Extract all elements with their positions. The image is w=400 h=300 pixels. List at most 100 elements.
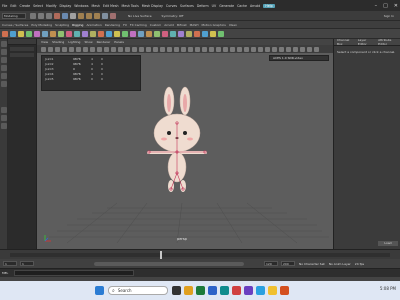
menu-arnold[interactable]: Arnold (250, 4, 260, 8)
menu-generate[interactable]: Generate (219, 4, 234, 8)
start-frame-field[interactable]: 1 (3, 261, 17, 266)
shelf-tab-motion-graphics[interactable]: Motion Graphics (201, 23, 225, 27)
viewport-tool-icon[interactable] (251, 46, 256, 52)
tab-channel-box[interactable]: Channel Box (337, 38, 355, 46)
maya-taskbar-icon[interactable] (220, 286, 229, 295)
menu-edit[interactable]: Edit (10, 4, 16, 8)
move-tool-icon[interactable] (1, 65, 7, 71)
minimize-button[interactable]: – (375, 3, 378, 9)
menu-uv[interactable]: UV (212, 4, 217, 8)
no-live-surface-label[interactable]: No Live Surface (128, 14, 152, 18)
shelf-tool-icon[interactable] (26, 30, 32, 37)
viewport-tool-icon[interactable] (195, 46, 200, 52)
viewport-panel[interactable]: View Shading Lighting Show Renderer Panels (37, 39, 333, 249)
viewport-tool-icon[interactable] (167, 46, 172, 52)
shelf-tool-icon[interactable] (98, 30, 104, 37)
viewport-tool-icon[interactable] (76, 46, 81, 52)
rotate-tool-icon[interactable] (1, 73, 7, 79)
sign-in-label[interactable]: Sign In (384, 14, 394, 18)
shelf-tab-animation[interactable]: Animation (86, 23, 101, 27)
symmetry-label[interactable]: Symmetry: Off (162, 14, 184, 18)
shelf-tab-rigging[interactable]: Rigging (72, 23, 83, 27)
shelf-tool-icon[interactable] (194, 30, 200, 37)
end-frame-field[interactable]: 200 (281, 261, 295, 266)
tab-attribute-editor[interactable]: Attribute Editor (378, 38, 400, 46)
viewport-tool-icon[interactable] (97, 46, 102, 52)
viewport-tool-icon[interactable] (132, 46, 137, 52)
shelf-tab-sculpting[interactable]: Sculpting (55, 23, 69, 27)
viewport-tool-icon[interactable] (69, 46, 74, 52)
viewport-tool-icon[interactable] (258, 46, 263, 52)
viewport-tool-icon[interactable] (90, 46, 95, 52)
viewport-tool-icon[interactable] (300, 46, 305, 52)
viewport-tool-icon[interactable] (146, 46, 151, 52)
fps-label[interactable]: 24 fps (355, 262, 364, 266)
app-icon-4[interactable] (256, 286, 265, 295)
outliner-item[interactable] (10, 53, 34, 57)
viewport-tool-icon[interactable] (62, 46, 67, 52)
shelf-tool-icon[interactable] (130, 30, 136, 37)
viewport-tool-icon[interactable] (209, 46, 214, 52)
layout-single-icon[interactable] (1, 107, 7, 113)
shelf-tool-icon[interactable] (58, 30, 64, 37)
viewport-menu-renderer[interactable]: Renderer (97, 40, 111, 44)
viewport-tool-icon[interactable] (202, 46, 207, 52)
viewport-tool-icon[interactable] (307, 46, 312, 52)
anim-layer-label[interactable]: No Anim Layer (329, 262, 351, 266)
shelf-tool-icon[interactable] (186, 30, 192, 37)
lasso-tool-icon[interactable] (1, 49, 7, 55)
menu-edit-mesh[interactable]: Edit Mesh (103, 4, 119, 8)
new-scene-icon[interactable] (30, 12, 36, 19)
shelf-tool-icon[interactable] (178, 30, 184, 37)
viewport-menu-panels[interactable]: Panels (114, 40, 124, 44)
viewport-tool-icon[interactable] (223, 46, 228, 52)
menu-curves[interactable]: Curves (166, 4, 177, 8)
shelf-tool-icon[interactable] (90, 30, 96, 37)
playback-end-field[interactable]: 120 (264, 261, 278, 266)
viewport-menu-show[interactable]: Show (84, 40, 92, 44)
viewport-tool-icon[interactable] (125, 46, 130, 52)
shelf-tool-icon[interactable] (122, 30, 128, 37)
viewport-tool-icon[interactable] (104, 46, 109, 52)
scale-tool-icon[interactable] (1, 81, 7, 87)
viewport-tool-icon[interactable] (279, 46, 284, 52)
viewport-tool-icon[interactable] (83, 46, 88, 52)
menu-modify[interactable]: Modify (46, 4, 57, 8)
shelf-tool-icon[interactable] (34, 30, 40, 37)
menu-help[interactable]: Help (263, 3, 275, 8)
menu-windows[interactable]: Windows (74, 4, 88, 8)
load-button[interactable]: Load (378, 241, 398, 246)
taskbar-search[interactable]: ⌕ Search (108, 286, 168, 295)
snap-curve-icon[interactable] (86, 12, 92, 19)
undo-icon[interactable] (54, 12, 60, 19)
shelf-tab-curves-surfaces[interactable]: Curves / Surfaces (2, 23, 28, 27)
app-icon-1[interactable] (196, 286, 205, 295)
range-slider-bar[interactable] (94, 261, 244, 266)
color-management-label[interactable]: ACES 1.0 SDR-video (269, 55, 329, 61)
app-icon-2[interactable] (232, 286, 241, 295)
command-input[interactable] (14, 270, 134, 276)
shelf-tool-icon[interactable] (10, 30, 16, 37)
menu-surfaces[interactable]: Surfaces (180, 4, 194, 8)
shelf-tab-poly-modeling[interactable]: Poly Modeling (31, 23, 52, 27)
viewport-tool-icon[interactable] (244, 46, 249, 52)
menu-deform[interactable]: Deform (197, 4, 209, 8)
shelf-tab-custom[interactable]: Custom (150, 23, 162, 27)
shelf-tab-rendering[interactable]: Rendering (105, 23, 120, 27)
menu-cache[interactable]: Cache (237, 4, 247, 8)
viewport-tool-icon[interactable] (314, 46, 319, 52)
menu-create[interactable]: Create (20, 4, 31, 8)
viewport-menu-lighting[interactable]: Lighting (68, 40, 80, 44)
shelf-tool-icon[interactable] (50, 30, 56, 37)
viewport-tool-icon[interactable] (153, 46, 158, 52)
task-view-icon[interactable] (172, 286, 181, 295)
open-scene-icon[interactable] (38, 12, 44, 19)
paint-select-icon[interactable] (1, 57, 7, 63)
viewport-tool-icon[interactable] (230, 46, 235, 52)
shelf-tool-icon[interactable] (170, 30, 176, 37)
viewport-tool-icon[interactable] (272, 46, 277, 52)
maximize-button[interactable]: □ (383, 3, 388, 9)
redo-icon[interactable] (62, 12, 68, 19)
shelf-tab-fx-caching[interactable]: FX Caching (130, 23, 147, 27)
viewport-menu-shading[interactable]: Shading (52, 40, 64, 44)
